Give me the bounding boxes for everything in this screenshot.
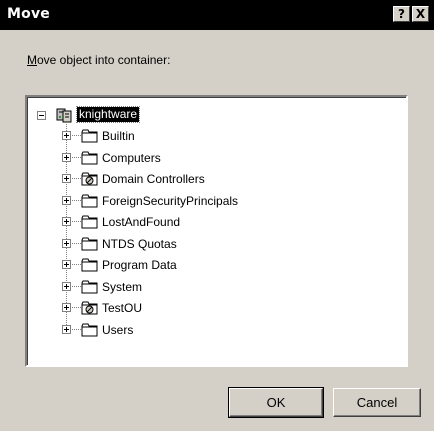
- tree-item-label[interactable]: Program Data: [102, 258, 177, 273]
- tree-item[interactable]: Users: [27, 322, 357, 342]
- tree-item-label[interactable]: TestOU: [102, 301, 142, 316]
- close-button[interactable]: X: [412, 6, 429, 22]
- folder-icon: [81, 215, 98, 229]
- folder-icon: [81, 194, 98, 208]
- expand-icon[interactable]: [62, 303, 71, 312]
- expand-icon[interactable]: [62, 260, 71, 269]
- expand-icon[interactable]: [62, 239, 71, 248]
- tree-item-label[interactable]: LostAndFound: [102, 215, 180, 230]
- tree-item-label[interactable]: Domain Controllers: [102, 172, 205, 187]
- help-button[interactable]: ?: [393, 6, 410, 22]
- tree-item-label[interactable]: System: [102, 280, 142, 295]
- container-tree[interactable]: knightware Builtin Computers Domain Contro…: [25, 95, 408, 367]
- ou-icon: [81, 172, 98, 186]
- expand-icon[interactable]: [62, 217, 71, 226]
- tree-item[interactable]: NTDS Quotas: [27, 236, 357, 256]
- expand-icon[interactable]: [62, 131, 71, 140]
- tree-item-label[interactable]: Builtin: [102, 129, 135, 144]
- folder-icon: [81, 129, 98, 143]
- tree-root-label[interactable]: knightware: [75, 106, 141, 123]
- cancel-button[interactable]: Cancel: [333, 388, 421, 417]
- expand-icon[interactable]: [62, 282, 71, 291]
- tree-root-item[interactable]: knightware: [27, 106, 327, 126]
- expand-icon[interactable]: [62, 153, 71, 162]
- folder-icon: [81, 237, 98, 251]
- prompt-text: ove object into container:: [37, 53, 171, 67]
- collapse-icon[interactable]: [37, 111, 46, 120]
- tree-item-label[interactable]: Users: [102, 323, 133, 338]
- ou-icon: [81, 301, 98, 315]
- domain-icon: [56, 108, 72, 123]
- tree-item[interactable]: TestOU: [27, 300, 357, 320]
- expand-icon[interactable]: [62, 196, 71, 205]
- folder-icon: [81, 280, 98, 294]
- tree-item-label[interactable]: Computers: [102, 151, 161, 166]
- prompt-accelerator: M: [27, 53, 37, 67]
- tree-item[interactable]: Domain Controllers: [27, 171, 357, 191]
- folder-icon: [81, 258, 98, 272]
- tree-item[interactable]: LostAndFound: [27, 214, 357, 234]
- folder-icon: [81, 323, 98, 337]
- expand-icon[interactable]: [62, 325, 71, 334]
- ok-button[interactable]: OK: [228, 387, 324, 418]
- title-bar[interactable]: Move ? X: [0, 0, 434, 30]
- tree-item[interactable]: Builtin: [27, 128, 357, 148]
- tree-item[interactable]: System: [27, 279, 357, 299]
- window-title: Move: [7, 6, 50, 22]
- folder-icon: [81, 151, 98, 165]
- move-dialog: Move ? X Move object into container: kni…: [0, 0, 434, 431]
- tree-item-label[interactable]: NTDS Quotas: [102, 237, 177, 252]
- expand-icon[interactable]: [62, 174, 71, 183]
- prompt-label: Move object into container:: [27, 53, 170, 67]
- tree-item-label[interactable]: ForeignSecurityPrincipals: [102, 194, 238, 209]
- tree-item[interactable]: ForeignSecurityPrincipals: [27, 193, 357, 213]
- tree-item[interactable]: Computers: [27, 150, 357, 170]
- tree-item[interactable]: Program Data: [27, 257, 357, 277]
